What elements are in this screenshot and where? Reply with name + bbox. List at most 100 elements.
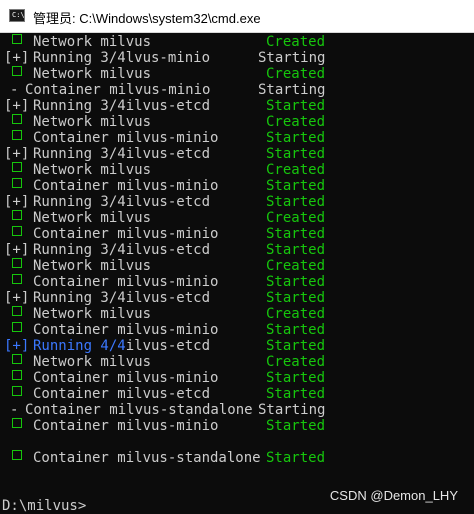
status-text: Started [266, 178, 326, 194]
status-text: Started [266, 338, 326, 354]
checkbox-icon [12, 130, 22, 140]
console-line: - Container milvus-standalone Starting [0, 402, 474, 418]
resource-label: Container milvus-minio [33, 370, 219, 386]
status-text: Created [266, 114, 326, 130]
resource-label: Running 3/4ilvus-etcd [33, 290, 211, 306]
status-text: Starting [258, 50, 326, 66]
resource-label: Container milvus-standalone [33, 450, 261, 466]
console-line: Container milvus-etcd Started [0, 386, 474, 402]
console-line: Container milvus-minio Started [0, 322, 474, 338]
resource-label: Network milvus [33, 210, 152, 226]
status-text: Starting [258, 402, 326, 418]
checkbox-icon [12, 274, 22, 284]
console-line: Container milvus-minio Started [0, 178, 474, 194]
status-text: Started [266, 322, 326, 338]
resource-label: Container milvus-minio [33, 226, 219, 242]
progress-label: Running 4/4 [33, 338, 126, 354]
checkbox-icon [12, 370, 22, 380]
status-text: Starting [258, 82, 326, 98]
resource-label: Container milvus-etcd [33, 386, 211, 402]
status-text: Started [266, 226, 326, 242]
status-text: Created [266, 34, 326, 50]
resource-label: Container milvus-minio [25, 82, 211, 98]
resource-label: Network milvus [33, 306, 152, 322]
command-prompt[interactable]: D:\milvus> [2, 498, 86, 514]
console-line: Network milvus Created [0, 306, 474, 322]
expand-marker: [+] [4, 290, 30, 306]
checkbox-icon [12, 226, 22, 236]
console-line: Container milvus-minio Started [0, 130, 474, 146]
expand-marker: [+] [4, 338, 30, 354]
window-title: 管理员: C:\Windows\system32\cmd.exe [33, 11, 261, 26]
console-output[interactable]: Network milvus Created [+] Running 3/4lvus-… [0, 34, 474, 514]
console-line: [+] Running 3/4lvus-minio Starting [0, 50, 474, 66]
resource-label: Running 3/4ilvus-etcd [33, 242, 211, 258]
console-line: Container milvus-minio Started [0, 274, 474, 290]
console-line: - Container milvus-minio Starting [0, 82, 474, 98]
checkbox-icon [12, 34, 22, 44]
status-text: Started [266, 418, 326, 434]
title-bar[interactable]: C:\ 管理员: C:\Windows\system32\cmd.exe [0, 0, 474, 33]
resource-label: Network milvus [33, 66, 152, 82]
checkbox-icon [12, 386, 22, 396]
console-line: [+] Running 3/4ilvus-etcd Started [0, 242, 474, 258]
console-line: [+] Running 3/4ilvus-etcd Started [0, 98, 474, 114]
resource-label: Container milvus-standalone [25, 402, 253, 418]
status-text: Started [266, 146, 326, 162]
cmd-icon: C:\ [9, 9, 25, 22]
checkbox-icon [12, 162, 22, 172]
resource-label: Container milvus-minio [33, 178, 219, 194]
checkbox-icon [12, 258, 22, 268]
resource-label: Running 3/4ilvus-etcd [33, 98, 211, 114]
console-line: Network milvus Created [0, 114, 474, 130]
checkbox-icon [12, 306, 22, 316]
resource-label: Container milvus-minio [33, 130, 219, 146]
status-text: Created [266, 306, 326, 322]
checkbox-icon [12, 178, 22, 188]
dash-marker: - [10, 82, 19, 98]
console-line: [+] Running 3/4ilvus-etcd Started [0, 146, 474, 162]
console-line: Network milvus Created [0, 210, 474, 226]
resource-label: Network milvus [33, 354, 152, 370]
resource-label: Network milvus [33, 114, 152, 130]
status-text: Started [266, 194, 326, 210]
resource-label: Container milvus-minio [33, 274, 219, 290]
resource-label: Network milvus [33, 34, 152, 50]
watermark: CSDN @Demon_LHY [329, 488, 458, 503]
resource-label: Running 3/4ilvus-etcd [33, 194, 211, 210]
expand-marker: [+] [4, 50, 30, 66]
console-line: Network milvus Created [0, 354, 474, 370]
status-text: Created [266, 162, 326, 178]
console-line: Container milvus-minio Started [0, 418, 474, 434]
status-text: Started [266, 370, 326, 386]
console-line: [+] Running 4/4 ilvus-etcd Started [0, 338, 474, 354]
status-text: Started [266, 98, 326, 114]
expand-marker: [+] [4, 194, 30, 210]
status-text: Created [266, 210, 326, 226]
resource-label: Network milvus [33, 258, 152, 274]
status-text: Started [266, 242, 326, 258]
console-line: [+] Running 3/4ilvus-etcd Started [0, 290, 474, 306]
resource-label: Container milvus-minio [33, 322, 219, 338]
status-text: Started [266, 290, 326, 306]
expand-marker: [+] [4, 242, 30, 258]
console-line: Container milvus-minio Started [0, 226, 474, 242]
checkbox-icon [12, 210, 22, 220]
checkbox-icon [12, 114, 22, 124]
status-text: Created [266, 258, 326, 274]
checkbox-icon [12, 322, 22, 332]
resource-label: ilvus-etcd [125, 338, 211, 354]
console-line: Container milvus-minio Started [0, 370, 474, 386]
resource-label: Running 3/4lvus-minio [33, 50, 211, 66]
expand-marker: [+] [4, 146, 30, 162]
status-text: Started [266, 274, 326, 290]
status-text: Created [266, 354, 326, 370]
console-line: Network milvus Created [0, 34, 474, 50]
resource-label: Running 3/4ilvus-etcd [33, 146, 211, 162]
console-line: [+] Running 3/4ilvus-etcd Started [0, 194, 474, 210]
expand-marker: [+] [4, 98, 30, 114]
console-line: Network milvus Created [0, 258, 474, 274]
checkbox-icon [12, 450, 22, 460]
